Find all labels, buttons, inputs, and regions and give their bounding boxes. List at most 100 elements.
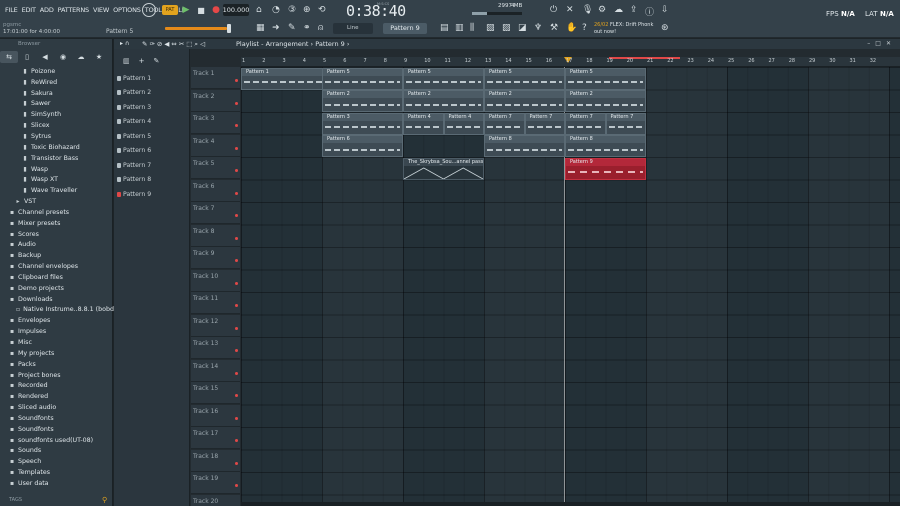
browser-item[interactable]: ▪ Backup [0, 250, 113, 261]
browser-item[interactable]: ▪ Misc [0, 337, 113, 348]
maximize-icon[interactable]: □ [875, 40, 886, 47]
browser-item[interactable]: ▮ Slicex [0, 120, 113, 131]
track-mute-led[interactable] [235, 281, 238, 285]
touch-icon[interactable]: ✋ [566, 23, 577, 33]
track-mute-led[interactable] [235, 304, 238, 307]
add-icon[interactable]: + [139, 57, 154, 65]
pencil-small-icon[interactable]: ✎ [154, 57, 169, 65]
track-header[interactable]: Track 19 [191, 472, 240, 494]
track-header[interactable]: Track 7 [191, 202, 240, 224]
browser-item[interactable]: ▮ Sytrus [0, 131, 113, 142]
magnet-icon[interactable]: ⍝ [318, 23, 323, 33]
search-icon[interactable]: ⚲ [102, 496, 107, 504]
browser-all-icon[interactable]: ⇆ [0, 51, 18, 63]
tempo-display[interactable]: 100.000 [223, 4, 249, 16]
timeline-ruler[interactable]: 1 2 3 4 5 6 7 8 9 10 11 12 13 14 15 16 17 18 19 20 21 22 23 24 2… [241, 57, 900, 67]
mixer-window-icon[interactable]: ⫼ [470, 23, 474, 33]
templates-icon[interactable]: ⚙ [598, 5, 606, 15]
track-mute-led[interactable] [235, 461, 238, 465]
track-mute-led[interactable] [235, 214, 238, 217]
pattern-clip[interactable]: Pattern 8 [565, 135, 646, 157]
track-mute-led[interactable] [235, 416, 238, 420]
slip-tool-icon[interactable]: ⇔ [171, 40, 178, 48]
pattern-item[interactable]: Pattern 3 [117, 100, 187, 115]
track-mute-led[interactable] [235, 101, 238, 105]
browser-item[interactable]: ▮ Wasp XT [0, 174, 113, 185]
browser-star-icon[interactable]: ★ [90, 51, 108, 63]
browser-item[interactable]: ▪ Envelopes [0, 315, 113, 326]
pattern-clip[interactable]: Pattern 5 [565, 67, 646, 90]
countdown-icon[interactable]: ③ [288, 5, 296, 15]
close-icon[interactable]: ✕ [886, 40, 896, 47]
microphone-icon[interactable]: 🎙 [582, 5, 593, 15]
track-mute-led[interactable] [235, 439, 238, 442]
browser-item[interactable]: ▪ Soundfonts [0, 413, 113, 424]
browser-item[interactable]: ▸ VST [0, 196, 113, 207]
menu-view[interactable]: VIEW [91, 6, 111, 14]
song-position-display[interactable]: 0:38:40 [346, 2, 406, 20]
pattern-item[interactable]: Pattern 4 [117, 115, 187, 130]
menu-add[interactable]: ADD [38, 6, 56, 14]
browser-item[interactable]: ▪ Impulses [0, 326, 113, 337]
master-volume-handle[interactable] [227, 24, 231, 33]
pattern-clip[interactable]: Pattern 7 [605, 112, 646, 135]
pattern-item[interactable]: Pattern 2 [117, 86, 187, 101]
menu-edit[interactable]: EDIT [20, 6, 38, 14]
track-header[interactable]: Track 6 [191, 179, 240, 202]
track-mute-led[interactable] [235, 191, 238, 195]
browser-item[interactable]: ▪ Packs [0, 359, 113, 370]
browser-item[interactable]: ▪ Downloads [0, 294, 113, 305]
browser-item[interactable]: ▮ Sakura [0, 88, 113, 99]
playlist-icon[interactable]: ▤ [440, 23, 449, 33]
pattern-clip[interactable]: Pattern 6 [322, 135, 403, 157]
pattern-clip[interactable]: Pattern 9 [565, 157, 646, 180]
pattern-clip[interactable]: Pattern 4 [403, 112, 444, 135]
pattern-selector-hint[interactable]: Pattern 5 [106, 28, 133, 35]
track-header[interactable]: Track 1 [191, 67, 240, 89]
track-header[interactable]: Track 13 [191, 337, 240, 359]
browser-plugin-icon[interactable]: ◉ [54, 51, 72, 63]
upload-icon[interactable]: ⇪ [630, 5, 638, 15]
undo-history-icon[interactable]: ⏻ [550, 5, 557, 15]
browser-item[interactable]: ▮ Transistor Bass [0, 153, 113, 164]
track-header[interactable]: Track 17 [191, 427, 240, 449]
cloud-icon[interactable]: ☁ [614, 5, 623, 15]
script-icon[interactable]: ♆ [534, 23, 542, 33]
pencil-icon[interactable]: ✎ [288, 23, 296, 33]
paint-tool-icon[interactable]: ✑ [149, 40, 156, 48]
browser-item[interactable]: ▪ Clipboard files [0, 272, 113, 283]
browser-icon[interactable]: ▨ [502, 23, 511, 33]
play-button[interactable]: ▶ [180, 4, 192, 16]
audio-clip[interactable]: The_Skrybsa_Sou...annel passing [403, 157, 484, 180]
channel-rack-icon[interactable]: ▥ [455, 23, 464, 33]
arrow-right-icon[interactable]: ➜ [272, 23, 280, 33]
pattern-item[interactable]: Pattern 9 [117, 187, 187, 202]
wait-input-icon[interactable]: ◔ [272, 5, 280, 15]
track-mute-led[interactable] [235, 124, 238, 127]
track-mute-led[interactable] [235, 326, 238, 330]
pattern-selector[interactable]: Pattern 9 [383, 23, 427, 34]
track-mute-led[interactable] [235, 236, 238, 240]
piano-icon[interactable]: ▥ [123, 57, 139, 65]
track-header[interactable]: Track 2 [191, 89, 240, 112]
breadcrumb-pattern[interactable]: Pattern 9 [315, 40, 345, 48]
browser-item[interactable]: ▪ Audio [0, 240, 113, 251]
news-link-icon[interactable]: ⊛ [661, 23, 669, 33]
browser-item[interactable]: ▪ Sounds [0, 446, 113, 457]
pattern-item[interactable]: Pattern 8 [117, 173, 187, 188]
menu-file[interactable]: FILE [3, 6, 20, 14]
pattern-clip[interactable]: Pattern 4 [443, 112, 484, 135]
browser-item[interactable]: ▪ Rendered [0, 391, 113, 402]
menu-options[interactable]: OPTIONS [111, 6, 143, 14]
stop-button[interactable]: ■ [195, 4, 207, 16]
browser-item[interactable]: ▪ soundfonts used(UT-08) [0, 435, 113, 446]
pattern-clip[interactable]: Pattern 5 [322, 67, 403, 90]
browser-item[interactable]: ▪ User data [0, 478, 113, 489]
loop-record-icon[interactable]: ⟲ [318, 5, 326, 15]
pattern-clip[interactable]: Pattern 8 [484, 135, 565, 157]
browser-item[interactable]: ▪ Recorded [0, 380, 113, 391]
tempo-tap-icon[interactable] [142, 3, 156, 17]
browser-item[interactable]: ▪ Demo projects [0, 283, 113, 294]
browser-item[interactable]: ▪ My projects [0, 348, 113, 359]
pattern-clip[interactable]: Pattern 2 [403, 90, 484, 112]
